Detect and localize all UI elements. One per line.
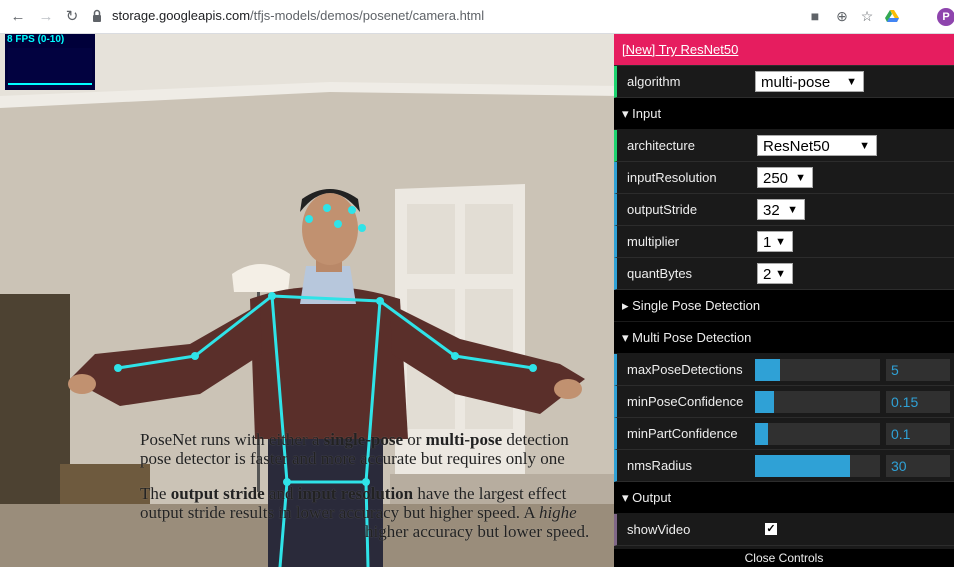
nms-radius-input[interactable]: 30 xyxy=(886,455,950,477)
camera-icon[interactable]: ■ xyxy=(805,6,825,26)
min-part-confidence-slider[interactable] xyxy=(755,423,880,445)
dropdown-arrow-icon: ▼ xyxy=(787,204,798,216)
nms-radius-slider[interactable] xyxy=(755,455,880,477)
slider-fill xyxy=(755,423,768,445)
dropdown-arrow-icon: ▼ xyxy=(795,172,806,184)
fps-label: 8 FPS (0-10) xyxy=(7,34,65,45)
slider-fill xyxy=(755,455,850,477)
output-stride-select[interactable]: 32 ▼ xyxy=(757,199,805,220)
folder-closed-icon: ▸ xyxy=(622,298,633,313)
back-arrow-icon[interactable]: ← xyxy=(8,7,28,27)
info-paragraph-1: PoseNet runs with either a single-pose o… xyxy=(140,430,569,468)
fps-graph-line xyxy=(8,83,92,85)
fps-stats-panel[interactable]: 8 FPS (0-10) xyxy=(5,34,95,90)
url-text: storage.googleapis.com/tfjs-models/demos… xyxy=(112,8,484,23)
dropdown-arrow-icon: ▼ xyxy=(775,268,786,280)
algorithm-control: algorithm multi-pose ▼ xyxy=(614,66,954,98)
close-controls-button[interactable]: Close Controls xyxy=(614,549,954,567)
info-paragraph-2: The output stride and input resolution h… xyxy=(140,484,590,541)
controls-panel: [New] Try ResNet50 algorithm multi-pose ▼… xyxy=(614,34,954,567)
multiplier-select[interactable]: 1 ▼ xyxy=(757,231,793,252)
architecture-control: architecture ResNet50 ▼ xyxy=(614,130,954,162)
architecture-select[interactable]: ResNet50 ▼ xyxy=(757,135,877,156)
input-folder[interactable]: ▾ Input xyxy=(614,98,954,130)
lock-icon xyxy=(93,9,101,22)
show-video-checkbox[interactable]: ✓ xyxy=(765,523,777,535)
address-bar[interactable]: storage.googleapis.com/tfjs-models/demos… xyxy=(92,5,780,29)
input-resolution-control: inputResolution 250 ▼ xyxy=(614,162,954,194)
forward-arrow-icon[interactable]: → xyxy=(36,7,56,27)
quant-bytes-control: quantBytes 2 ▼ xyxy=(614,258,954,290)
min-part-confidence-input[interactable]: 0.1 xyxy=(886,423,950,445)
info-text: PoseNet runs with either a single-pose o… xyxy=(140,430,618,557)
min-pose-confidence-control: minPoseConfidence 0.15 xyxy=(614,386,954,418)
quant-bytes-select[interactable]: 2 ▼ xyxy=(757,263,793,284)
url-host: storage.googleapis.com xyxy=(112,8,251,23)
folder-open-icon: ▾ xyxy=(622,106,633,121)
reload-icon[interactable]: ↻ xyxy=(62,7,82,27)
max-pose-detections-input[interactable]: 5 xyxy=(886,359,950,381)
fps-graph xyxy=(8,48,92,88)
folder-open-icon: ▾ xyxy=(622,490,633,505)
drive-icon[interactable] xyxy=(882,6,902,26)
input-resolution-select[interactable]: 250 ▼ xyxy=(757,167,813,188)
profile-avatar[interactable]: P xyxy=(937,8,954,26)
multi-pose-folder[interactable]: ▾ Multi Pose Detection xyxy=(614,322,954,354)
browser-toolbar: ← → ↻ storage.googleapis.com/tfjs-models… xyxy=(0,0,954,34)
slider-fill xyxy=(755,391,774,413)
single-pose-folder[interactable]: ▸ Single Pose Detection xyxy=(614,290,954,322)
output-folder[interactable]: ▾ Output xyxy=(614,482,954,514)
min-pose-confidence-slider[interactable] xyxy=(755,391,880,413)
folder-open-icon: ▾ xyxy=(622,330,633,345)
try-resnet-link[interactable]: [New] Try ResNet50 xyxy=(614,34,954,66)
min-part-confidence-control: minPartConfidence 0.1 xyxy=(614,418,954,450)
slider-fill xyxy=(755,359,780,381)
nms-radius-control: nmsRadius 30 xyxy=(614,450,954,482)
min-pose-confidence-input[interactable]: 0.15 xyxy=(886,391,950,413)
output-stride-control: outputStride 32 ▼ xyxy=(614,194,954,226)
dropdown-arrow-icon: ▼ xyxy=(859,140,870,152)
bookmark-star-icon[interactable]: ☆ xyxy=(857,6,877,26)
url-path: /tfjs-models/demos/posenet/camera.html xyxy=(250,8,485,23)
max-pose-detections-control: maxPoseDetections 5 xyxy=(614,354,954,386)
multiplier-control: multiplier 1 ▼ xyxy=(614,226,954,258)
show-video-control: showVideo ✓ xyxy=(614,514,954,546)
max-pose-detections-slider[interactable] xyxy=(755,359,880,381)
algorithm-select[interactable]: multi-pose ▼ xyxy=(755,71,864,92)
dropdown-arrow-icon: ▼ xyxy=(846,76,857,88)
zoom-icon[interactable]: ⊕ xyxy=(832,6,852,26)
dropdown-arrow-icon: ▼ xyxy=(775,236,786,248)
